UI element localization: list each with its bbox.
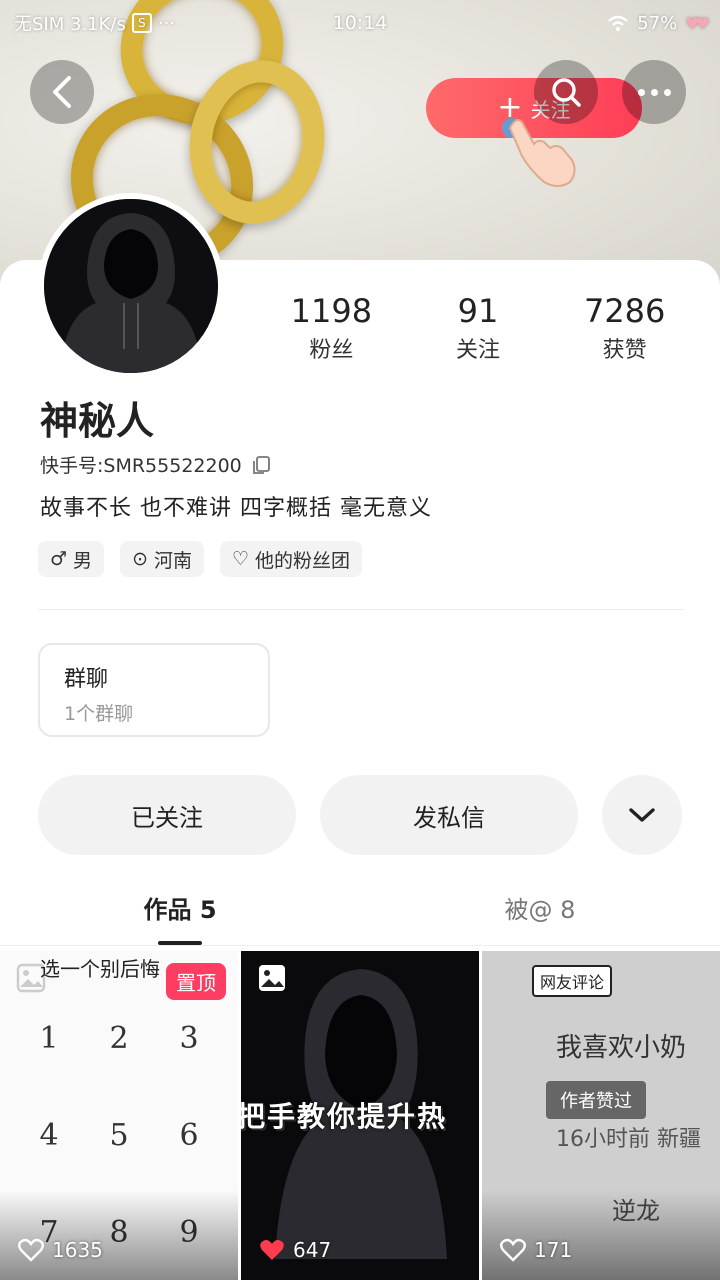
heart-outline-icon bbox=[500, 1238, 526, 1262]
chevron-down-icon bbox=[629, 808, 655, 822]
search-icon bbox=[552, 78, 581, 107]
stat-likes[interactable]: 7286 获赞 bbox=[551, 292, 698, 364]
copy-icon[interactable] bbox=[250, 454, 272, 476]
kuaishou-id: 快手号:SMR55522200 bbox=[40, 455, 242, 477]
bottom-gradient bbox=[0, 1190, 238, 1280]
location-tag: ⊙ 河南 bbox=[120, 541, 204, 577]
grid-number: 2 bbox=[109, 1021, 129, 1056]
hooded-figure-avatar-image bbox=[44, 199, 218, 373]
battery-text: 57% bbox=[637, 12, 678, 34]
tab-mentions[interactable]: 被@ 8 bbox=[360, 885, 720, 945]
heart-outline-icon bbox=[18, 1238, 44, 1262]
comment-headline: 我喜欢小奶 bbox=[556, 1033, 687, 1063]
kuaishou-id-row: 快手号:SMR55522200 bbox=[40, 451, 272, 478]
like-count: 171 bbox=[500, 1238, 572, 1262]
gender-tag: ♂ 男 bbox=[38, 541, 105, 577]
comment-meta: 16小时前 新疆 bbox=[556, 1127, 701, 1152]
tap-hand-icon bbox=[502, 118, 576, 187]
work-item[interactable]: 网友评论 我喜欢小奶 作者赞过 16小时前 新疆 逆龙 171 bbox=[482, 951, 720, 1280]
grid-number: 1 bbox=[39, 1021, 59, 1056]
battery-hearts-icon: ♥♥ bbox=[685, 13, 710, 33]
stat-label: 粉丝 bbox=[309, 338, 354, 363]
carrier-text: 无SIM 3.1K/s bbox=[14, 14, 126, 35]
stat-following[interactable]: 91 关注 bbox=[405, 292, 552, 364]
divider bbox=[38, 609, 684, 610]
heart-filled-icon bbox=[260, 1240, 284, 1260]
like-count-value: 1635 bbox=[52, 1238, 103, 1262]
expand-button[interactable] bbox=[602, 775, 682, 855]
more-dots-icon bbox=[637, 88, 671, 96]
grid-number: 5 bbox=[109, 1118, 129, 1153]
status-bar: 无SIM 3.1K/s S ··· 10:14 57% ♥♥ bbox=[0, 0, 720, 46]
work-item[interactable]: 把手教你提升热 647 bbox=[241, 951, 479, 1280]
male-icon: ♂ bbox=[50, 548, 68, 570]
profile-stats: 1198 粉丝 91 关注 7286 获赞 bbox=[258, 292, 698, 364]
location-icon: ⊙ bbox=[132, 548, 148, 570]
stat-value: 1198 bbox=[290, 292, 373, 330]
avatar[interactable] bbox=[38, 193, 224, 379]
work-caption: 选一个别后悔 bbox=[40, 957, 160, 981]
profile-tags: ♂ 男 ⊙ 河南 ♡ 他的粉丝团 bbox=[38, 541, 363, 577]
like-count: 1635 bbox=[18, 1238, 103, 1262]
like-count: 647 bbox=[259, 1238, 331, 1262]
profile-bio: 故事不长 也不难讲 四字概括 毫无意义 bbox=[40, 496, 432, 521]
comment-badge: 网友评论 bbox=[532, 965, 613, 997]
video-overlay-text: 把手教你提升热 bbox=[241, 1100, 448, 1133]
group-chat-title: 群聊 bbox=[64, 667, 109, 692]
send-message-button[interactable]: 发私信 bbox=[320, 775, 578, 855]
stat-value: 7286 bbox=[583, 292, 666, 330]
tag-label: 男 bbox=[73, 549, 93, 572]
followed-button[interactable]: 已关注 bbox=[38, 775, 296, 855]
grid-number: 6 bbox=[179, 1118, 199, 1153]
grid-number: 3 bbox=[179, 1021, 199, 1056]
stat-label: 关注 bbox=[456, 338, 501, 363]
more-options-button[interactable] bbox=[622, 60, 686, 124]
chevron-left-icon bbox=[53, 76, 71, 108]
stat-value: 91 bbox=[457, 292, 499, 330]
pinned-badge: 置顶 bbox=[166, 963, 226, 1000]
group-chat-count: 1个群聊 bbox=[64, 703, 134, 725]
tab-works[interactable]: 作品 5 bbox=[0, 885, 360, 945]
status-time: 10:14 bbox=[332, 12, 388, 34]
work-item[interactable]: 选一个别后悔 置顶 1 2 3 4 5 6 7 8 9 1635 bbox=[0, 951, 238, 1280]
stat-label: 获赞 bbox=[602, 338, 647, 363]
content-tabs: 作品 5 被@ 8 bbox=[0, 885, 720, 945]
bottom-gradient bbox=[482, 1190, 720, 1280]
tag-label: 他的粉丝团 bbox=[255, 549, 351, 572]
author-liked-chip: 作者赞过 bbox=[546, 1081, 646, 1119]
tag-label: 河南 bbox=[153, 549, 192, 572]
like-count-value: 647 bbox=[293, 1238, 332, 1262]
fan-club-tag[interactable]: ♡ 他的粉丝团 bbox=[220, 541, 363, 577]
works-grid: 选一个别后悔 置顶 1 2 3 4 5 6 7 8 9 1635 bbox=[0, 951, 720, 1280]
stat-fans[interactable]: 1198 粉丝 bbox=[258, 292, 405, 364]
back-button[interactable] bbox=[30, 60, 94, 124]
s-app-icon: S bbox=[131, 13, 152, 33]
heart-outline-icon: ♡ bbox=[232, 548, 250, 570]
wifi-icon bbox=[608, 15, 629, 31]
like-count-value: 171 bbox=[534, 1238, 573, 1262]
profile-name: 神秘人 bbox=[40, 399, 155, 443]
more-notifications-icon: ··· bbox=[157, 12, 176, 34]
image-post-icon bbox=[259, 965, 285, 991]
grid-number: 4 bbox=[39, 1118, 59, 1153]
divider bbox=[0, 945, 720, 946]
group-chat-card[interactable]: 群聊 1个群聊 bbox=[38, 643, 270, 737]
